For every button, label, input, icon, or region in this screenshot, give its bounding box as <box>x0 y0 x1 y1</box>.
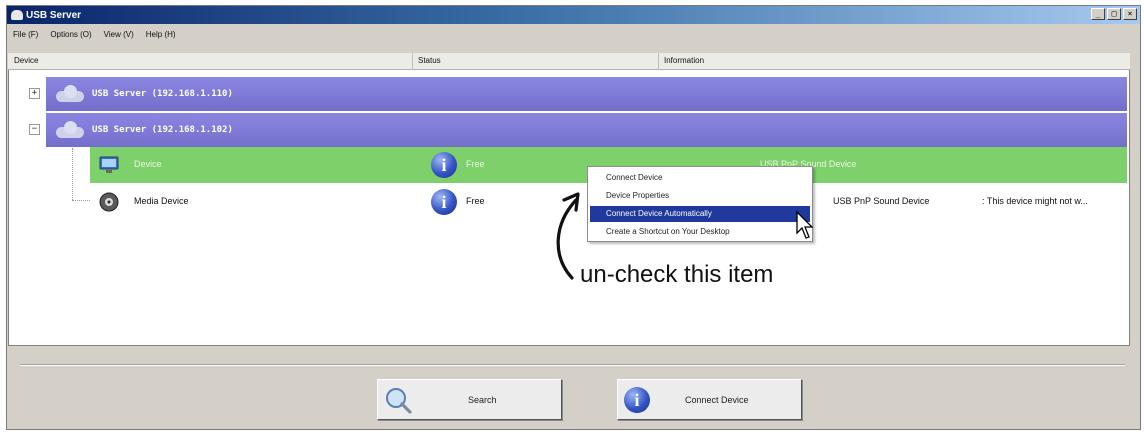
search-icon <box>386 388 412 414</box>
server-label: USB Server (192.168.1.110) <box>92 89 233 99</box>
device-name: Device <box>134 159 162 169</box>
column-information[interactable]: Information <box>664 56 704 65</box>
device-status: Free <box>466 159 485 169</box>
menu-item-connect-automatically[interactable]: Connect Device Automatically <box>590 206 810 222</box>
collapse-toggle[interactable]: − <box>29 124 40 135</box>
column-headers: Device Status Information <box>8 53 1130 70</box>
menu-item-device-properties[interactable]: Device Properties <box>590 188 810 204</box>
window-title: USB Server <box>26 9 82 21</box>
media-device-icon <box>99 192 119 212</box>
tree-line <box>72 148 73 200</box>
title-bar: USB Server _ □ × <box>7 6 1140 24</box>
column-device[interactable]: Device <box>14 56 38 65</box>
mouse-cursor-icon <box>796 211 814 239</box>
device-status: Free <box>466 196 485 206</box>
cloud-icon <box>56 120 84 138</box>
annotation-text: un-check this item <box>580 261 774 288</box>
server-row[interactable]: USB Server (192.168.1.102) <box>46 113 1127 147</box>
menu-file[interactable]: File (F) <box>13 30 38 39</box>
menu-item-create-shortcut[interactable]: Create a Shortcut on Your Desktop <box>590 224 810 240</box>
info-icon: i <box>624 387 650 413</box>
device-information: USB PnP Sound Device <box>833 196 930 206</box>
info-icon: i <box>431 189 457 215</box>
close-button[interactable]: × <box>1123 8 1137 20</box>
column-status[interactable]: Status <box>418 56 441 65</box>
context-menu: Connect Device Device Properties Connect… <box>587 166 813 242</box>
column-divider[interactable] <box>658 53 659 70</box>
divider <box>20 364 1125 366</box>
device-note: : This device might not w... <box>982 196 1088 206</box>
server-row[interactable]: USB Server (192.168.1.110) <box>46 77 1127 111</box>
search-button[interactable]: Search <box>377 379 562 420</box>
window-controls: _ □ × <box>1091 8 1137 20</box>
expand-toggle[interactable]: + <box>29 88 40 99</box>
menu-options[interactable]: Options (O) <box>50 30 91 39</box>
app-icon <box>11 10 23 20</box>
connect-device-button-label: Connect Device <box>685 394 749 405</box>
column-divider[interactable] <box>412 53 413 70</box>
monitor-icon <box>99 156 119 173</box>
server-label: USB Server (192.168.1.102) <box>92 125 233 135</box>
maximize-button[interactable]: □ <box>1107 8 1121 20</box>
menu-item-connect-device[interactable]: Connect Device <box>590 170 810 186</box>
menu-view[interactable]: View (V) <box>104 30 134 39</box>
menu-help[interactable]: Help (H) <box>146 30 176 39</box>
cloud-icon <box>56 84 84 102</box>
connect-device-button[interactable]: i Connect Device <box>617 379 802 420</box>
search-button-label: Search <box>468 394 497 405</box>
device-name: Media Device <box>134 196 189 206</box>
menu-bar: File (F) Options (O) View (V) Help (H) <box>7 26 176 42</box>
info-icon: i <box>431 152 457 178</box>
tree-line <box>72 200 90 201</box>
minimize-button[interactable]: _ <box>1091 8 1105 20</box>
